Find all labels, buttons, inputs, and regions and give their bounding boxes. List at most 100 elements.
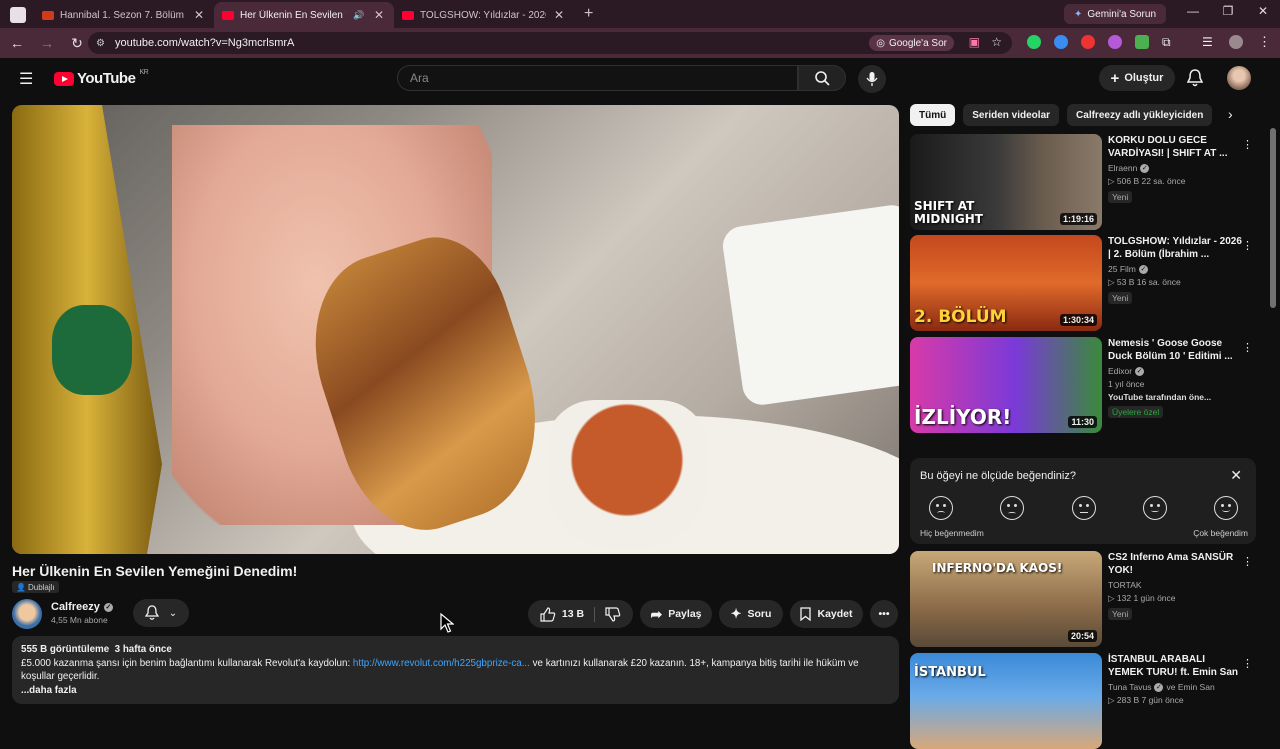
scrollbar-thumb[interactable] <box>1270 128 1276 308</box>
whatsapp-extension-icon[interactable] <box>1027 35 1041 49</box>
site-settings-icon[interactable]: ⚙ <box>96 38 105 49</box>
video-thumbnail[interactable]: İSTANBUL <box>910 653 1102 749</box>
search-input[interactable]: Ara <box>397 65 798 91</box>
save-label: Kaydet <box>817 608 853 620</box>
verified-icon: ✓ <box>1154 682 1164 692</box>
recommendation-item[interactable]: İSTANBUL İSTANBUL ARABALI YEMEK TURU! ft… <box>910 653 1260 749</box>
share-button[interactable]: ➦ Paylaş <box>640 600 712 628</box>
more-actions-button[interactable]: ••• <box>870 600 898 628</box>
profile-avatar-icon[interactable] <box>1229 35 1243 49</box>
thumbnail-caption: İZLİYOR! <box>914 405 1012 429</box>
address-bar[interactable]: ⚙ youtube.com/watch?v=Ng3mcrlsmrA ◎ Goog… <box>88 32 1012 54</box>
more-vertical-icon[interactable]: ⋮ <box>1242 341 1253 354</box>
chip-all[interactable]: Tümü <box>910 104 956 126</box>
neutral-icon[interactable] <box>1072 496 1096 520</box>
recommendation-meta: 1 yıl önce <box>1108 379 1145 389</box>
extensions-puzzle-icon[interactable]: ⧉ <box>1162 35 1171 50</box>
more-vertical-icon[interactable]: ⋮ <box>1242 239 1253 252</box>
bookmark-star-icon[interactable]: ☆ <box>991 35 1002 49</box>
close-tab-icon[interactable]: ✕ <box>192 8 206 22</box>
search-button[interactable] <box>798 65 846 91</box>
minimize-button[interactable]: — <box>1178 4 1208 18</box>
extension-icon[interactable] <box>1054 35 1068 49</box>
close-tab-icon[interactable]: ✕ <box>552 8 566 22</box>
thumbs-down-icon[interactable] <box>605 606 621 622</box>
google-sor-button[interactable]: ◎ Google'a Sor <box>869 35 954 51</box>
cast-icon[interactable]: ▣ <box>969 35 980 49</box>
chevron-right-icon[interactable]: › <box>1228 106 1233 122</box>
video-player[interactable] <box>12 105 899 554</box>
reading-list-icon[interactable]: ☰ <box>1202 35 1213 49</box>
notifications-bell-icon[interactable] <box>1186 68 1204 88</box>
chip-series[interactable]: Seriden videolar <box>963 104 1060 126</box>
new-badge: Yeni <box>1108 292 1133 304</box>
close-window-button[interactable]: ✕ <box>1248 4 1278 18</box>
hamburger-menu-icon[interactable]: ☰ <box>19 69 33 89</box>
create-button[interactable]: + Oluştur <box>1099 65 1175 91</box>
browser-menu-icon[interactable]: ⋮ <box>1258 34 1271 50</box>
recommendation-item[interactable]: 2. BÖLÜM 1:30:34 TOLGSHOW: Yıldızlar - 2… <box>910 235 1260 331</box>
like-dislike-group: 13 B <box>528 600 633 628</box>
extension-icon[interactable] <box>1135 35 1149 49</box>
extension-icon[interactable] <box>1081 35 1095 49</box>
youtube-logo[interactable]: YouTube KR <box>54 69 149 87</box>
recommendation-item[interactable]: SHIFT AT MIDNIGHT 1:19:16 KORKU DOLU GEC… <box>910 134 1260 230</box>
video-thumbnail[interactable]: SHIFT AT MIDNIGHT 1:19:16 <box>910 134 1102 230</box>
view-count: 555 B görüntüleme <box>21 644 110 655</box>
dubbed-label: Dublajlı <box>27 582 55 592</box>
gemini-icon: ✦ <box>1074 8 1083 20</box>
reload-button[interactable]: ↻ <box>64 35 90 52</box>
workspace-icon[interactable] <box>10 7 26 23</box>
more-vertical-icon[interactable]: ⋮ <box>1242 555 1253 568</box>
description-link[interactable]: http://www.revolut.com/h225gbprize-ca... <box>353 658 530 669</box>
channel-avatar[interactable] <box>12 599 42 629</box>
video-thumbnail[interactable]: INFERNO'DA KAOS! 20:54 <box>910 551 1102 647</box>
tab-title: Hannibal 1. Sezon 7. Bölüm izle <box>60 9 186 21</box>
back-button[interactable]: ← <box>4 35 30 51</box>
satisfied-icon[interactable] <box>1143 496 1167 520</box>
tab-current-video[interactable]: Her Ülkenin En Sevilen Yem 🔊 ✕ <box>214 2 394 28</box>
ask-label: Soru <box>747 608 772 620</box>
very-dissatisfied-icon[interactable] <box>929 496 953 520</box>
more-vertical-icon[interactable]: ⋮ <box>1242 138 1253 151</box>
recommendation-info: KORKU DOLU GECE VARDİYASI! | SHIFT AT ..… <box>1102 134 1253 230</box>
save-button[interactable]: Kaydet <box>790 600 863 628</box>
bookmark-icon <box>800 607 812 621</box>
ask-button[interactable]: ✦ Soru <box>719 600 783 628</box>
close-icon[interactable]: ✕ <box>1230 467 1242 484</box>
tab-tolgshow[interactable]: TOLGSHOW: Yıldızlar - 2026 | 2 ✕ <box>394 2 574 28</box>
subscription-notifications-button[interactable]: ⌄ <box>133 599 189 627</box>
maximize-button[interactable]: ❐ <box>1213 4 1243 18</box>
tab-title: Her Ülkenin En Sevilen Yem <box>240 9 346 21</box>
very-satisfied-icon[interactable] <box>1214 496 1238 520</box>
like-button[interactable]: 13 B <box>540 606 596 622</box>
channel-name[interactable]: Calfreezy ✓ <box>51 601 113 613</box>
gemini-button[interactable]: ✦ Gemini'a Sorun <box>1064 4 1166 24</box>
close-tab-icon[interactable]: ✕ <box>372 8 386 22</box>
channel-text: TORTAK <box>1108 580 1142 590</box>
show-more-link[interactable]: ...daha fazla <box>21 684 890 698</box>
verified-icon: ✓ <box>1138 264 1148 274</box>
account-avatar[interactable] <box>1227 66 1251 90</box>
dissatisfied-icon[interactable] <box>1000 496 1024 520</box>
recommendation-title: TOLGSHOW: Yıldızlar - 2026 | 2. Bölüm (İ… <box>1108 236 1242 260</box>
recommendation-meta: ▷ 506 B 22 sa. önce <box>1108 176 1186 186</box>
new-tab-button[interactable]: + <box>584 5 593 23</box>
extension-icon[interactable] <box>1108 35 1122 49</box>
description-box[interactable]: 555 B görüntüleme 3 hafta önce £5.000 ka… <box>12 636 899 704</box>
verified-icon: ✓ <box>1135 366 1145 376</box>
recommendation-item[interactable]: İZLİYOR! 11:30 Nemesis ' Goose Goose Duc… <box>910 337 1260 433</box>
chip-uploader[interactable]: Calfreezy adlı yükleyiciden <box>1067 104 1213 126</box>
video-thumbnail[interactable]: İZLİYOR! 11:30 <box>910 337 1102 433</box>
more-vertical-icon[interactable]: ⋮ <box>1242 657 1253 670</box>
audio-playing-icon[interactable]: 🔊 <box>352 10 366 21</box>
video-thumbnail[interactable]: 2. BÖLÜM 1:30:34 <box>910 235 1102 331</box>
featured-note: YouTube tarafından öne... <box>1108 392 1212 402</box>
recommendation-item[interactable]: INFERNO'DA KAOS! 20:54 CS2 Inferno Ama S… <box>910 551 1260 647</box>
forward-button[interactable]: → <box>34 35 60 51</box>
tab-hannibal[interactable]: Hannibal 1. Sezon 7. Bölüm izle ✕ <box>34 2 214 28</box>
new-badge: Yeni <box>1108 191 1133 203</box>
voice-search-button[interactable] <box>858 65 886 93</box>
thumbs-up-icon <box>540 606 556 622</box>
recommendation-info: İSTANBUL ARABALI YEMEK TURU! ft. Emin Sa… <box>1102 653 1253 749</box>
